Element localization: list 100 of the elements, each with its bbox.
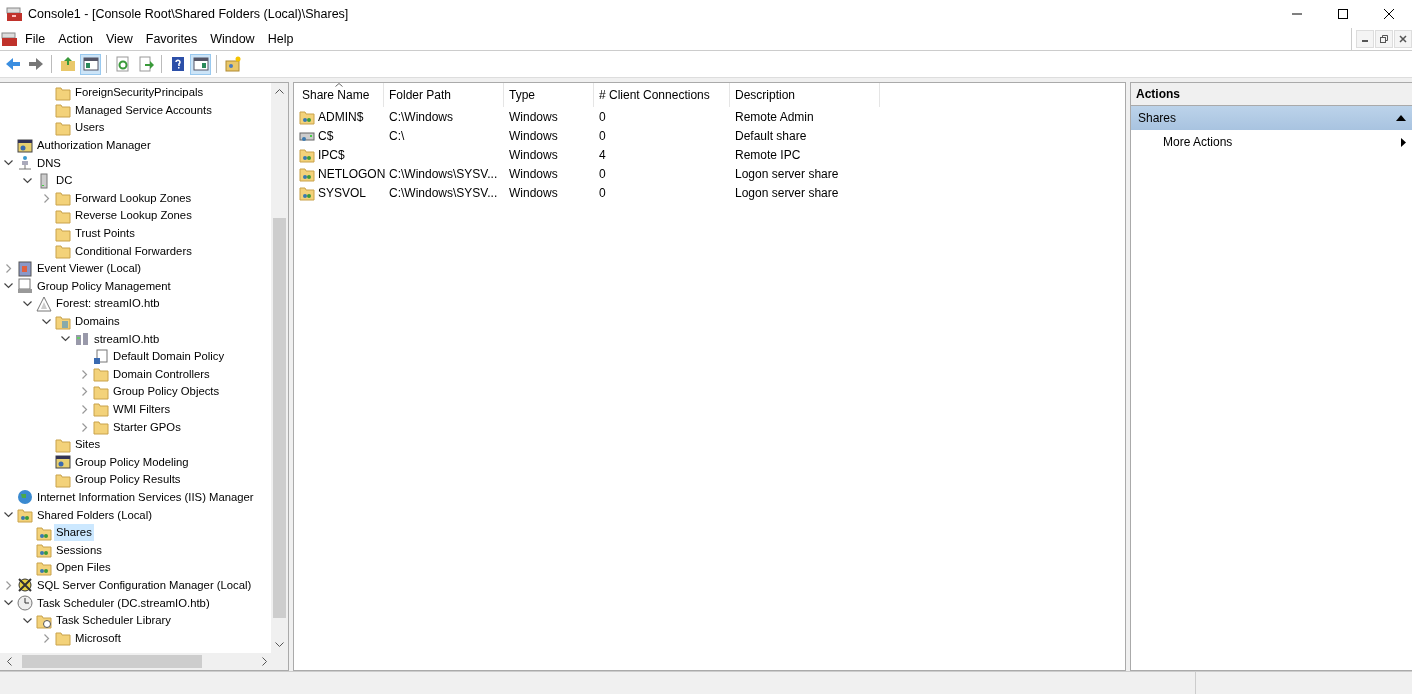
action-item[interactable]: More Actions (1131, 130, 1412, 154)
table-cell: C:\ (389, 128, 405, 143)
folder-icon (55, 243, 71, 260)
table-cell: Default share (735, 128, 807, 143)
folder-icon (55, 471, 71, 488)
scroll-left-icon[interactable] (6, 657, 12, 666)
tree-item[interactable]: Task Scheduler (DC.streamIO.htb) (35, 594, 212, 612)
column-header[interactable]: # Client Connections (594, 83, 730, 107)
close-icon (1384, 9, 1394, 19)
tree-item[interactable]: Trust Points (73, 225, 137, 243)
collapse-chevron-icon[interactable] (61, 336, 70, 343)
actions-section-header[interactable]: Shares (1131, 106, 1412, 130)
table-cell: SYSVOL (318, 185, 367, 200)
tree-item[interactable]: Forward Lookup Zones (73, 189, 194, 207)
tree-item[interactable]: Users (73, 119, 107, 137)
menu-item[interactable]: Action (54, 32, 101, 46)
menu-item[interactable]: View (101, 32, 141, 46)
tree-item[interactable]: Conditional Forwarders (73, 242, 194, 260)
tree-item[interactable]: streamIO.htb (92, 330, 162, 348)
table-cell: Windows (509, 128, 558, 143)
tree-item[interactable]: Event Viewer (Local) (35, 260, 144, 278)
tree-item[interactable]: DNS (35, 154, 63, 172)
collapse-chevron-icon[interactable] (23, 300, 32, 307)
log-icon (17, 260, 33, 277)
collapse-chevron-icon[interactable] (23, 617, 32, 624)
table-cell: Remote Admin (735, 109, 814, 124)
menu-item[interactable]: Help (263, 32, 302, 46)
vertical-scrollbar[interactable] (271, 83, 288, 653)
expand-chevron-icon[interactable] (81, 422, 88, 432)
collapse-triangle-icon[interactable] (1396, 115, 1406, 121)
collapse-chevron-icon[interactable] (4, 160, 13, 167)
table-cell: 0 (599, 185, 606, 200)
column-header[interactable]: Description (730, 83, 880, 107)
tree-item[interactable]: Shares (54, 524, 94, 542)
tree-item[interactable]: Forest: streamIO.htb (54, 295, 162, 313)
tree-item[interactable]: Group Policy Results (73, 471, 183, 489)
expand-chevron-icon[interactable] (81, 405, 88, 414)
shared-folder-icon (17, 507, 33, 524)
menu-item[interactable]: File (21, 32, 54, 46)
shared-folder-icon (299, 146, 315, 163)
tree-item[interactable]: Task Scheduler Library (54, 612, 173, 630)
tree-item[interactable]: DC (54, 172, 75, 190)
table-cell: Windows (509, 185, 558, 200)
restore-button[interactable] (1375, 30, 1393, 48)
column-header[interactable]: Folder Path (384, 83, 504, 107)
horizontal-scrollbar[interactable] (0, 653, 288, 670)
tree-item[interactable]: ForeignSecurityPrincipals (73, 84, 206, 102)
tree-item[interactable]: Shared Folders (Local) (35, 506, 154, 524)
minimize-button[interactable] (1356, 30, 1374, 48)
menu-item[interactable]: Favorites (141, 32, 206, 46)
table-cell: Windows (509, 147, 558, 162)
collapse-chevron-icon[interactable] (42, 318, 51, 325)
column-header[interactable]: Type (504, 83, 594, 107)
tree-item[interactable]: Sites (73, 436, 103, 454)
table-cell: C:\Windows (389, 109, 453, 124)
tree-item[interactable]: Open Files (54, 559, 113, 577)
tree-item[interactable]: Reverse Lookup Zones (73, 207, 194, 225)
table-cell: C$ (318, 128, 334, 143)
tree-item[interactable]: Group Policy Modeling (73, 453, 191, 471)
shared-folder-icon (299, 108, 315, 125)
tree-item[interactable]: Microsoft (73, 629, 123, 647)
tree-item[interactable]: Domains (73, 313, 122, 330)
tree-item[interactable]: WMI Filters (111, 401, 173, 418)
expand-chevron-icon[interactable] (81, 369, 88, 379)
column-header[interactable]: Share Name (297, 83, 384, 107)
scroll-right-icon[interactable] (262, 657, 268, 666)
action-toggle-button[interactable] (190, 53, 211, 75)
folder-icon (55, 436, 71, 453)
tree-item[interactable]: Group Policy Management (35, 277, 173, 295)
tree-item[interactable]: Domain Controllers (111, 365, 212, 383)
scroll-down-icon[interactable] (275, 642, 284, 648)
tree-item[interactable]: Default Domain Policy (111, 348, 227, 366)
table-cell: 0 (599, 109, 606, 124)
collapse-chevron-icon[interactable] (4, 283, 13, 290)
expand-chevron-icon[interactable] (43, 193, 50, 203)
toolbox-icon[interactable] (1, 31, 17, 47)
collapse-chevron-icon[interactable] (23, 177, 32, 184)
expand-chevron-icon[interactable] (81, 387, 88, 397)
close-button[interactable] (1394, 30, 1412, 48)
expand-chevron-icon[interactable] (5, 580, 12, 590)
shared-folder-icon (36, 559, 52, 576)
shared-folder-icon (299, 165, 315, 182)
tree-item[interactable]: Internet Information Services (IIS) Manager (35, 488, 256, 506)
forward-icon (27, 56, 44, 72)
tree-item[interactable]: Authorization Manager (35, 137, 153, 155)
expand-chevron-icon[interactable] (5, 264, 12, 274)
collapse-chevron-icon[interactable] (4, 512, 13, 519)
menu-item[interactable]: Window (206, 32, 263, 46)
tree-toggle-icon (82, 56, 99, 72)
tree-item[interactable]: Group Policy Objects (111, 383, 222, 401)
expand-chevron-icon[interactable] (43, 633, 50, 643)
tree-item[interactable]: Sessions (54, 541, 104, 559)
tree-item[interactable]: Starter GPOs (111, 418, 183, 436)
folder-icon (93, 366, 109, 383)
tree-item[interactable]: Managed Service Accounts (73, 101, 214, 119)
tree-toggle-button[interactable] (80, 53, 101, 75)
tree-item[interactable]: SQL Server Configuration Manager (Local) (35, 576, 254, 594)
actions-header: Actions (1131, 83, 1412, 106)
scroll-up-icon[interactable] (275, 88, 284, 94)
collapse-chevron-icon[interactable] (4, 600, 13, 606)
